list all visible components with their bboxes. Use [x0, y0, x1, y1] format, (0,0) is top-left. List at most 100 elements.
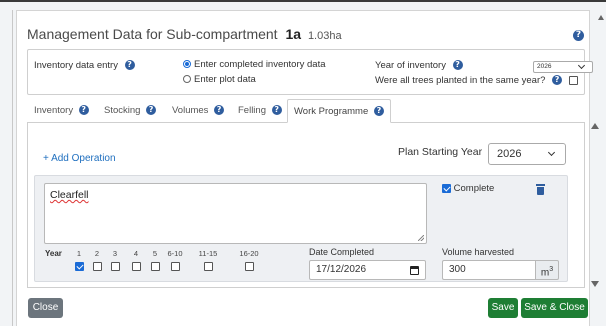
volume-harvested-input[interactable]: 300: [442, 260, 535, 280]
tab-felling-help-icon[interactable]: ?: [271, 105, 282, 116]
volume-harvested-value: 300: [449, 264, 466, 275]
year-col-6-10: 6-10: [165, 249, 185, 271]
radio-plot-data-icon[interactable]: [183, 75, 191, 84]
tab-inventory-label: Inventory: [34, 105, 74, 116]
year-of-inventory-label: Year of inventory: [375, 60, 446, 71]
same-year-checkbox[interactable]: [568, 75, 578, 85]
date-completed-label: Date Completed: [309, 247, 375, 257]
volume-unit-addon: m3: [535, 260, 559, 280]
save-and-close-button[interactable]: Save & Close: [521, 298, 588, 318]
tab-work-programme-label: Work Programme: [294, 106, 369, 117]
inventory-entry-panel: Inventory data entry ? Enter completed i…: [27, 49, 593, 95]
chevron-down-icon: [577, 61, 586, 70]
tab-volumes-label: Volumes: [172, 105, 209, 116]
plan-starting-year-select[interactable]: 2026: [488, 143, 566, 165]
trash-icon[interactable]: [536, 184, 545, 195]
year-11-15-checkbox[interactable]: [203, 262, 213, 271]
year-col-3: 3: [110, 249, 120, 271]
year-col-label: 2: [94, 249, 100, 258]
tab-volumes-help-icon[interactable]: ?: [214, 105, 225, 116]
year-of-inventory-row: Year of inventory ?: [375, 60, 463, 71]
year-col-label: 1: [76, 249, 82, 258]
tab-inventory[interactable]: Inventory ?: [34, 99, 89, 123]
volume-harvested-label: Volume harvested: [442, 247, 515, 257]
tab-stocking[interactable]: Stocking ?: [104, 99, 157, 123]
plan-starting-year-label: Plan Starting Year: [398, 146, 483, 158]
volume-unit-text: m: [540, 267, 550, 279]
same-year-help-icon[interactable]: ?: [552, 75, 563, 86]
operation-card: Clearfell Complete Year 1 2 3 4 5 6-10 1…: [34, 175, 568, 282]
operation-description-text: Clearfell: [50, 189, 89, 201]
trash-lid: [536, 184, 545, 186]
tab-volumes[interactable]: Volumes ?: [172, 99, 225, 123]
year-col-label: 6-10: [167, 249, 183, 258]
modal-title: Management Data for Sub-compartment 1a 1…: [27, 26, 342, 42]
modal-title-text: Management Data for Sub-compartment: [27, 26, 278, 42]
add-operation-link[interactable]: + Add Operation: [43, 153, 116, 164]
chevron-down-icon: [547, 148, 556, 157]
inventory-entry-label-row: Inventory data entry ?: [34, 60, 135, 71]
year-of-inventory-select[interactable]: 2026: [533, 61, 593, 73]
year-4-checkbox[interactable]: [131, 262, 141, 271]
save-button[interactable]: Save: [488, 298, 518, 318]
year-3-checkbox[interactable]: [110, 262, 120, 271]
year-col-1: 1: [74, 249, 84, 271]
date-completed-value: 17/12/2026: [316, 264, 367, 275]
year-col-4: 4: [131, 249, 141, 271]
year-5-checkbox[interactable]: [150, 262, 160, 271]
tab-stocking-help-icon[interactable]: ?: [146, 105, 157, 116]
left-border: [12, 10, 13, 326]
tab-stocking-label: Stocking: [104, 105, 141, 116]
compartment-area: 1.03ha: [307, 30, 342, 42]
year-col-label: 11-15: [198, 249, 218, 258]
year-6-10-checkbox[interactable]: [170, 262, 180, 271]
tab-work-programme[interactable]: Work Programme ?: [287, 99, 391, 123]
complete-checkbox[interactable]: [442, 183, 451, 193]
panel-scroll-up-arrow[interactable]: [591, 123, 599, 129]
trash-body: [537, 187, 544, 195]
operation-description-textarea[interactable]: Clearfell: [44, 183, 427, 244]
inventory-entry-help-icon[interactable]: ?: [124, 60, 135, 71]
panel-scroll-down-arrow[interactable]: [591, 281, 599, 287]
management-data-modal: Management Data for Sub-compartment 1a 1…: [16, 10, 593, 326]
plan-starting-year-value: 2026: [497, 148, 522, 160]
year-col-2: 2: [92, 249, 102, 271]
radio-completed-inventory-label: Enter completed inventory data: [194, 59, 326, 70]
modal-help-icon[interactable]: ?: [573, 30, 584, 41]
year-of-inventory-help-icon[interactable]: ?: [452, 60, 463, 71]
year-label: Year: [45, 249, 62, 258]
tab-felling-label: Felling: [238, 105, 266, 116]
inventory-entry-label: Inventory data entry: [34, 60, 118, 71]
calendar-icon[interactable]: [410, 266, 419, 275]
date-completed-input[interactable]: 17/12/2026: [309, 260, 426, 280]
same-year-label: Were all trees planted in the same year?: [375, 75, 546, 86]
radio-plot-data-label: Enter plot data: [194, 74, 256, 85]
complete-checkbox-row[interactable]: Complete: [442, 183, 494, 194]
year-col-label: 5: [152, 249, 158, 258]
compartment-id: 1a: [285, 26, 302, 42]
year-col-5: 5: [150, 249, 160, 271]
year-col-label: 16-20: [239, 249, 259, 258]
tab-felling[interactable]: Felling ?: [238, 99, 282, 123]
year-2-checkbox[interactable]: [92, 262, 102, 271]
volume-unit-superscript: 3: [549, 266, 554, 273]
radio-completed-inventory[interactable]: Enter completed inventory data: [183, 59, 326, 70]
tab-bar: Inventory ? Stocking ? Volumes ? Felling…: [27, 99, 585, 123]
year-col-label: 4: [133, 249, 139, 258]
top-border: [0, 0, 606, 2]
year-col-label: 3: [112, 249, 118, 258]
year-col-11-15: 11-15: [196, 249, 220, 271]
complete-label: Complete: [453, 183, 495, 194]
year-1-checkbox[interactable]: [74, 262, 84, 271]
resize-handle-icon[interactable]: [418, 235, 424, 241]
work-programme-panel: + Add Operation Plan Starting Year 2026 …: [27, 122, 585, 288]
tab-work-programme-help-icon[interactable]: ?: [373, 106, 384, 117]
tab-inventory-help-icon[interactable]: ?: [78, 105, 89, 116]
year-16-20-checkbox[interactable]: [244, 262, 254, 271]
radio-plot-data[interactable]: Enter plot data: [183, 74, 256, 85]
same-year-row: Were all trees planted in the same year?…: [375, 75, 578, 86]
close-button[interactable]: Close: [28, 298, 63, 318]
radio-completed-inventory-icon[interactable]: [183, 60, 191, 69]
page-scroll-up-arrow[interactable]: [598, 15, 604, 20]
year-of-inventory-value: 2026: [537, 63, 552, 70]
